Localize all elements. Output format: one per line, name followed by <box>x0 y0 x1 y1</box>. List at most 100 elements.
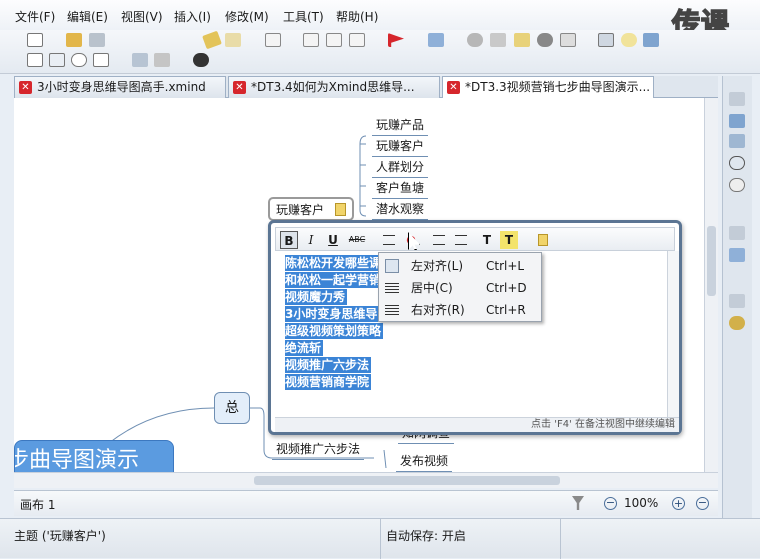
menu-item-align-left[interactable]: 左对齐(L) Ctrl+L <box>379 255 541 277</box>
marker-flag-icon[interactable] <box>388 33 404 47</box>
markers-icon[interactable] <box>729 316 745 330</box>
menu-file[interactable]: 文件(F) <box>15 8 55 25</box>
horizontal-scrollbar[interactable] <box>14 472 718 488</box>
search-icon[interactable] <box>93 53 109 67</box>
overview-icon[interactable] <box>729 134 745 148</box>
menu-item-label: 居中(C) <box>411 281 453 295</box>
menu-modify[interactable]: 修改(M) <box>225 8 269 25</box>
settings-gear-icon[interactable] <box>193 53 209 67</box>
zoom-out-icon[interactable]: − <box>604 497 617 510</box>
menu-insert[interactable]: 插入(I) <box>174 8 211 25</box>
selected-topic-label: 玩赚客户 <box>276 203 325 217</box>
topic-playearn-customer[interactable]: 玩赚客户 <box>372 137 429 157</box>
outline-icon[interactable] <box>27 53 43 67</box>
save-icon[interactable] <box>89 33 105 47</box>
central-topic[interactable]: 步曲导图演示 <box>14 440 174 472</box>
indent-button[interactable] <box>430 231 448 249</box>
undo-icon[interactable] <box>202 30 222 50</box>
tab-dt33[interactable]: ✕ *DT3.3视频营销七步曲导图演示... <box>442 76 654 98</box>
attachment-icon[interactable] <box>467 33 483 47</box>
menu-item-shortcut: Ctrl+R <box>486 303 526 317</box>
topic-lurk-observe[interactable]: 潜水观察 <box>372 200 429 220</box>
menu-view[interactable]: 视图(V) <box>121 8 163 25</box>
selected-topic[interactable]: 玩赚客户 <box>268 197 354 221</box>
notes-line: 和松松一起学营销 <box>285 272 384 288</box>
italic-button[interactable]: I <box>302 231 320 249</box>
subtopic-icon[interactable] <box>303 33 319 47</box>
history-icon[interactable] <box>729 178 745 192</box>
sheet-tab[interactable]: 画布 1 <box>20 496 55 513</box>
notes-line: 视频魔力秀 <box>285 289 348 305</box>
brainstorm-icon[interactable] <box>621 33 637 47</box>
highlight-button[interactable]: T <box>500 231 518 249</box>
text-color-button[interactable]: T <box>478 231 496 249</box>
align-center-icon <box>385 281 399 295</box>
properties-icon[interactable] <box>729 248 745 262</box>
topic-customer-pond[interactable]: 客户鱼塘 <box>372 179 429 199</box>
restore-icon-2[interactable] <box>729 226 745 240</box>
notes-hint: 点击 'F4' 在备注视图中继续编辑 <box>275 417 679 432</box>
restore-icon-3[interactable] <box>729 294 745 308</box>
notes-line: 3小时变身思维导图 <box>285 306 392 322</box>
xmind-file-icon: ✕ <box>19 81 32 94</box>
audio-icon[interactable] <box>537 33 553 47</box>
topic-crowd-division[interactable]: 人群划分 <box>372 158 429 178</box>
notes-line: 陈松松开发哪些课 <box>285 255 384 271</box>
menu-item-align-center[interactable]: 居中(C) Ctrl+D <box>379 277 541 299</box>
summary-icon[interactable] <box>560 33 576 47</box>
menu-edit[interactable]: 编辑(E) <box>67 8 108 25</box>
export-icon[interactable] <box>154 53 170 67</box>
horizontal-scroll-thumb[interactable] <box>254 476 560 485</box>
align-right-icon <box>385 303 399 317</box>
zoom-reset-icon[interactable]: − <box>696 497 709 510</box>
strikethrough-button[interactable]: ABC <box>346 231 368 249</box>
link-icon[interactable] <box>490 33 506 47</box>
alignment-menu: 左对齐(L) Ctrl+L 居中(C) Ctrl+D 右对齐(R) Ctrl+R <box>378 252 542 322</box>
floating-topic-icon[interactable] <box>326 33 342 47</box>
clock-icon[interactable] <box>71 53 87 67</box>
notes-toolbar: B I U ABC ● T T <box>275 227 675 251</box>
note-marker-icon[interactable] <box>335 203 346 216</box>
upload-icon[interactable] <box>132 53 148 67</box>
filter-icon[interactable] <box>572 496 584 510</box>
zoom-view-icon[interactable] <box>729 156 745 170</box>
gantt-icon[interactable] <box>643 33 659 47</box>
underline-button[interactable]: U <box>324 231 342 249</box>
restore-icon[interactable] <box>729 92 745 106</box>
notes-line: 视频营销商学院 <box>285 374 372 390</box>
topic-playearn-product[interactable]: 玩赚产品 <box>372 116 429 136</box>
zoom-in-icon[interactable]: + <box>672 497 685 510</box>
presentation-icon[interactable] <box>598 33 614 47</box>
toolbar <box>0 30 760 74</box>
insert-topic-icon[interactable] <box>265 33 281 47</box>
total-node[interactable]: 总 <box>214 392 250 424</box>
align-left-button[interactable] <box>380 231 398 249</box>
vertical-scroll-thumb[interactable] <box>707 226 716 296</box>
topic-publish-video[interactable]: 发布视频 <box>396 452 453 472</box>
tab-label: 3小时变身思维导图高手.xmind <box>37 80 206 94</box>
note-template-button[interactable] <box>534 231 552 249</box>
bold-button[interactable]: B <box>280 231 298 249</box>
menu-tools[interactable]: 工具(T) <box>283 8 324 25</box>
sheet-bar: 画布 1 − 100% + − <box>14 490 718 516</box>
tab-dt34[interactable]: ✕ *DT3.4如何为Xmind思维导... <box>228 76 440 98</box>
tab-3hours-xmind[interactable]: ✕ 3小时变身思维导图高手.xmind <box>14 76 226 98</box>
vertical-scrollbar[interactable] <box>704 98 718 472</box>
editor-tab-bar: ✕ 3小时变身思维导图高手.xmind ✕ *DT3.4如何为Xmind思维导.… <box>14 76 718 98</box>
status-bar: 主题 ('玩赚客户') 自动保存: 开启 <box>0 518 760 559</box>
outline-view-icon[interactable] <box>729 114 745 128</box>
menu-item-align-right[interactable]: 右对齐(R) Ctrl+R <box>379 299 541 321</box>
new-file-icon[interactable] <box>27 33 43 47</box>
notes-icon[interactable] <box>514 33 530 47</box>
image-icon[interactable] <box>428 33 444 47</box>
relationship-icon[interactable] <box>349 33 365 47</box>
notes-scrollbar[interactable] <box>667 251 679 417</box>
topic-video-promo[interactable]: 视频推广六步法 <box>272 440 365 460</box>
outdent-button[interactable] <box>452 231 470 249</box>
notes-line: 超级视频策划策略 <box>285 323 384 339</box>
menu-help[interactable]: 帮助(H) <box>336 8 378 25</box>
layout-icon[interactable] <box>49 53 65 67</box>
redo-icon[interactable] <box>225 33 241 47</box>
status-topic: 主题 ('玩赚客户') <box>14 529 106 543</box>
open-folder-icon[interactable] <box>66 33 82 47</box>
